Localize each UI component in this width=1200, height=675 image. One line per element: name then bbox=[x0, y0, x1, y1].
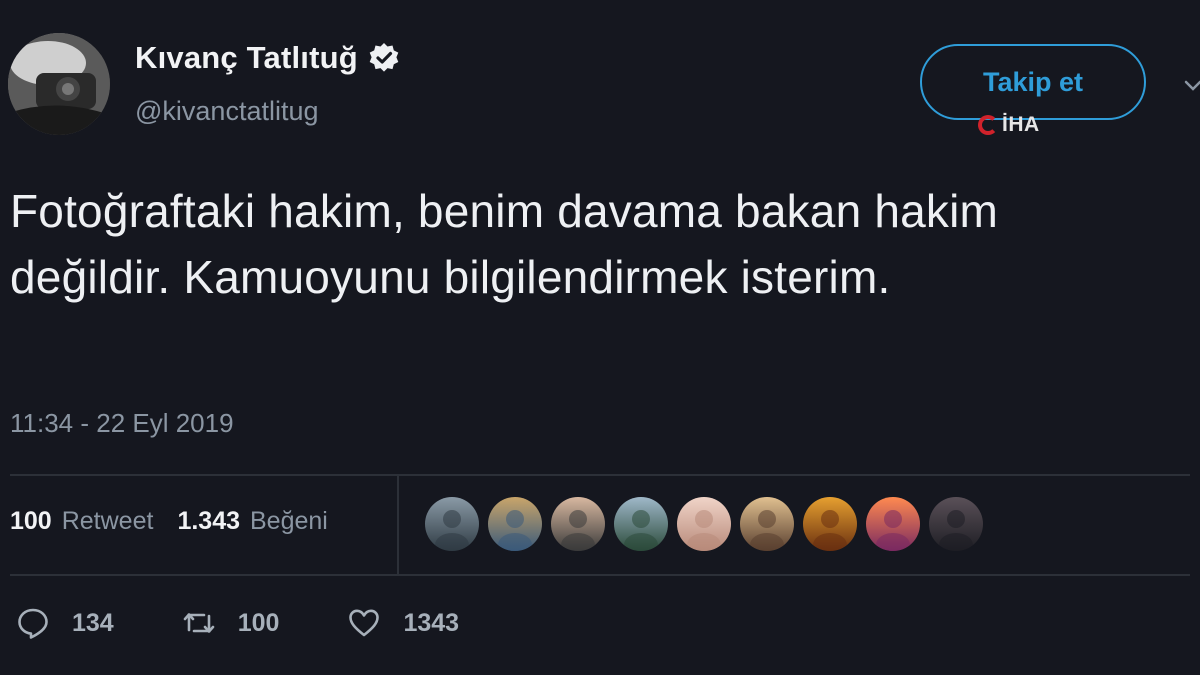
liker-avatar-image bbox=[866, 497, 920, 551]
tweet-stats: 100 Retweet 1.343 Beğeni bbox=[10, 507, 342, 536]
liker-avatar-9[interactable] bbox=[929, 497, 983, 551]
iha-watermark: İHA bbox=[978, 113, 1040, 137]
liker-avatar-image bbox=[740, 497, 794, 551]
reply-button[interactable]: 134 bbox=[16, 606, 114, 640]
liker-avatar-image bbox=[614, 497, 668, 551]
liker-avatar-1[interactable] bbox=[425, 497, 479, 551]
liker-avatar-7[interactable] bbox=[803, 497, 857, 551]
user-handle[interactable]: @kivanctatlitug bbox=[135, 96, 319, 127]
liker-avatar-8[interactable] bbox=[866, 497, 920, 551]
reply-icon bbox=[18, 608, 48, 639]
like-action-count: 1343 bbox=[403, 608, 460, 637]
retweet-action-count: 100 bbox=[237, 608, 280, 637]
retweet-count[interactable]: 100 bbox=[10, 507, 52, 536]
liker-avatar-6[interactable] bbox=[740, 497, 794, 551]
tweet-actions: 134 100 1343 bbox=[16, 606, 527, 640]
reply-count: 134 bbox=[72, 608, 114, 637]
liker-avatar-2[interactable] bbox=[488, 497, 542, 551]
user-name-row: Kıvanç Tatlıtuğ bbox=[135, 40, 400, 76]
tweet-timestamp[interactable]: 11:34 - 22 Eyl 2019 bbox=[10, 408, 234, 439]
heart-icon bbox=[349, 609, 380, 637]
follow-button[interactable]: Takip et bbox=[920, 44, 1146, 120]
retweet-icon bbox=[183, 613, 215, 633]
liker-avatar-image bbox=[677, 497, 731, 551]
liker-avatar-3[interactable] bbox=[551, 497, 605, 551]
retweet-button[interactable]: 100 bbox=[182, 606, 280, 640]
iha-logo-icon bbox=[978, 115, 998, 135]
display-name[interactable]: Kıvanç Tatlıtuğ bbox=[135, 40, 358, 76]
tweet-text: Fotoğraftaki hakim, benim davama bakan h… bbox=[10, 185, 999, 303]
like-count[interactable]: 1.343 bbox=[177, 507, 240, 536]
verified-badge-icon bbox=[368, 42, 400, 74]
liker-avatar-image bbox=[425, 497, 479, 551]
liker-avatar-5[interactable] bbox=[677, 497, 731, 551]
divider-top bbox=[10, 474, 1190, 476]
liker-avatars bbox=[425, 497, 983, 551]
chevron-down-icon[interactable] bbox=[1183, 78, 1200, 94]
avatar-image bbox=[8, 33, 110, 135]
liker-avatar-image bbox=[488, 497, 542, 551]
divider-bottom bbox=[10, 574, 1190, 576]
retweet-label[interactable]: Retweet bbox=[62, 507, 154, 536]
profile-avatar[interactable] bbox=[8, 33, 110, 135]
liker-avatar-image bbox=[551, 497, 605, 551]
liker-avatar-image bbox=[803, 497, 857, 551]
liker-avatar-4[interactable] bbox=[614, 497, 668, 551]
like-label[interactable]: Beğeni bbox=[250, 507, 328, 536]
like-button[interactable]: 1343 bbox=[347, 606, 459, 640]
divider-vertical bbox=[397, 474, 399, 575]
iha-watermark-text: İHA bbox=[1002, 113, 1040, 136]
liker-avatar-image bbox=[929, 497, 983, 551]
